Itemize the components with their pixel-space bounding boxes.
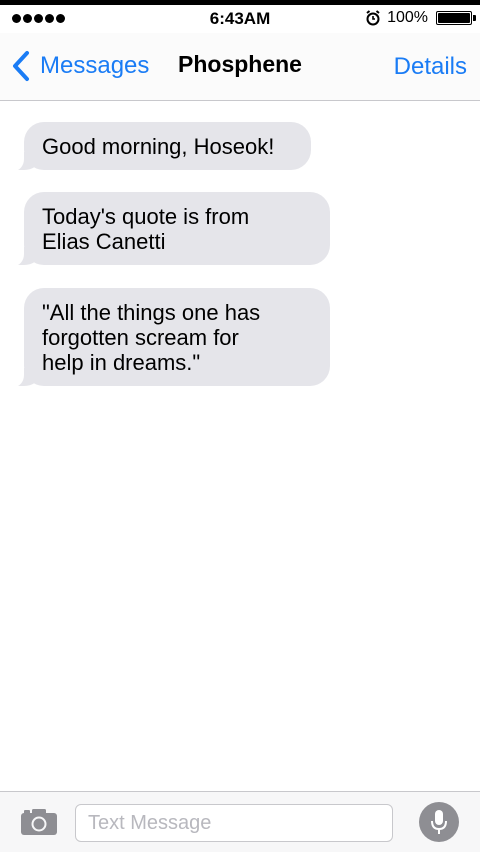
message-bubble: Good morning, Hoseok! — [12, 122, 311, 171]
message-text: Today's quote is from Elias Canetti — [42, 204, 250, 254]
alarm-clock-icon — [366, 10, 380, 26]
back-label: Messages — [40, 52, 150, 79]
status-bar: 6:43AM 100% — [0, 5, 480, 33]
message-text: "All the things one has forgotten scream… — [42, 300, 261, 375]
battery-icon — [436, 11, 476, 25]
camera-icon[interactable] — [20, 808, 58, 836]
battery-percent: 100% — [387, 9, 428, 26]
text-message-input[interactable] — [75, 804, 393, 842]
composer-bar — [0, 791, 480, 852]
signal-strength-icon — [12, 14, 65, 23]
chevron-left-icon — [13, 51, 29, 81]
navigation-bar: Messages Phosphene Details — [0, 33, 480, 101]
message-thread[interactable]: Good morning, Hoseok! Today's quote is f… — [0, 101, 480, 791]
details-button[interactable]: Details — [394, 53, 467, 81]
status-time: 6:43AM — [209, 9, 271, 28]
message-bubble: Today's quote is from Elias Canetti — [12, 192, 330, 266]
message-text: Good morning, Hoseok! — [42, 134, 275, 159]
message-bubble: "All the things one has forgotten scream… — [12, 288, 330, 387]
status-right: 100% — [365, 9, 476, 27]
microphone-button[interactable] — [419, 802, 459, 842]
microphone-icon — [431, 810, 447, 834]
back-button[interactable]: Messages — [10, 49, 149, 83]
